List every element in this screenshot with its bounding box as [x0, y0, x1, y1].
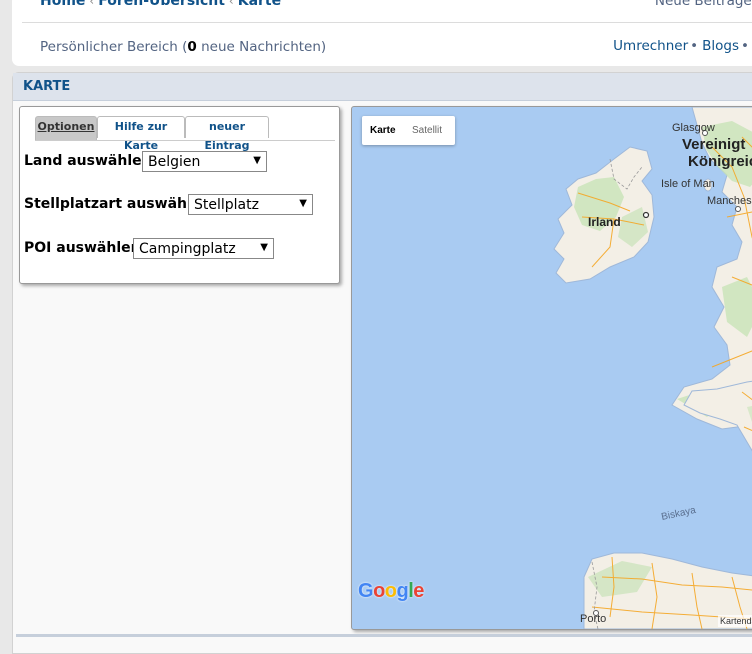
personal-area: Persönlicher Bereich (0 neue Nachrichten… — [40, 39, 326, 55]
map-attribution[interactable]: Kartendaten — [718, 615, 752, 627]
breadcrumb-forum-link[interactable]: Foren-Übersicht — [98, 0, 225, 9]
new-messages-label: neue Nachrichten) — [197, 39, 326, 55]
poi-label: POI auswählen: — [24, 240, 146, 256]
country-label: Land auswählen: — [24, 153, 157, 169]
new-posts-link[interactable]: Neue Beiträge — [655, 0, 752, 9]
chevron-down-icon: ▼ — [299, 194, 307, 214]
personal-area-link[interactable]: Persönlicher Bereich (0 neue Nachrichten… — [40, 39, 326, 55]
map-label-porto: Porto — [580, 613, 606, 625]
map-label-ireland: Irland — [588, 215, 621, 229]
country-select-value: Belgien — [148, 154, 200, 170]
chevron-down-icon: ▼ — [260, 238, 268, 258]
bullet: • — [741, 38, 749, 54]
poi-select-value: Campingplatz — [139, 241, 236, 257]
panel-title: KARTE — [23, 79, 70, 94]
panel-header: KARTE — [13, 73, 752, 101]
breadcrumb: Home ‹ Foren-Übersicht ‹ Karte — [40, 0, 281, 9]
tab-new-entry[interactable]: neuer Eintrag — [185, 116, 269, 138]
bottom-divider — [16, 634, 752, 637]
map-type-map-button[interactable]: Karte — [370, 125, 396, 136]
new-messages-count: 0 — [187, 39, 196, 55]
map-graphic: Glasgow Vereinigt Königreic Isle of Man … — [352, 107, 752, 629]
map-type-control: Karte Satellit — [362, 116, 455, 145]
personal-area-label: Persönlicher Bereich ( — [40, 39, 187, 55]
quick-links: Umrechner•Blogs•w — [613, 38, 752, 54]
map-type-satellite-button[interactable]: Satellit — [412, 125, 442, 136]
map-label-glasgow: Glasgow — [672, 122, 715, 134]
google-logo: Google — [358, 580, 424, 603]
map-label-manchester: Manches — [707, 195, 752, 207]
pitch-type-select[interactable]: Stellplatz ▼ — [188, 194, 313, 215]
poi-select[interactable]: Campingplatz ▼ — [133, 238, 274, 259]
map-label-isle-of-man: Isle of Man — [661, 178, 715, 190]
options-tabs: Optionen Hilfe zur Karte neuer Eintrag — [35, 116, 335, 141]
breadcrumb-separator: ‹ — [229, 0, 234, 8]
country-select[interactable]: Belgien ▼ — [142, 151, 267, 172]
map-canvas[interactable]: Glasgow Vereinigt Königreic Isle of Man … — [351, 106, 752, 630]
breadcrumb-home-link[interactable]: Home — [40, 0, 85, 9]
france-landmass — [684, 377, 752, 547]
blogs-link[interactable]: Blogs — [702, 38, 739, 54]
pitch-type-select-value: Stellplatz — [194, 197, 259, 213]
navbar-divider — [22, 22, 752, 23]
chevron-down-icon: ▼ — [253, 151, 261, 171]
top-right-links: Neue Beiträge • — [655, 0, 752, 9]
map-label-biscay: Biskaya — [660, 505, 697, 523]
options-box: Optionen Hilfe zur Karte neuer Eintrag L… — [19, 106, 340, 284]
navbar: Home ‹ Foren-Übersicht ‹ Karte Neue Beiträge… — [12, 0, 752, 66]
tab-options[interactable]: Optionen — [35, 116, 97, 140]
bullet: • — [690, 38, 698, 54]
breadcrumb-separator: ‹ — [89, 0, 94, 8]
map-label-uk-line1: Vereinigt — [682, 136, 745, 153]
city-marker — [644, 213, 649, 218]
tab-map-help[interactable]: Hilfe zur Karte — [97, 116, 185, 138]
map-label-uk-line2: Königreic — [688, 153, 752, 170]
breadcrumb-current-link[interactable]: Karte — [238, 0, 281, 9]
converter-link[interactable]: Umrechner — [613, 38, 688, 54]
city-marker — [736, 207, 741, 212]
content-panel: KARTE Optionen Hilfe zur Karte neuer Ein… — [12, 72, 752, 654]
